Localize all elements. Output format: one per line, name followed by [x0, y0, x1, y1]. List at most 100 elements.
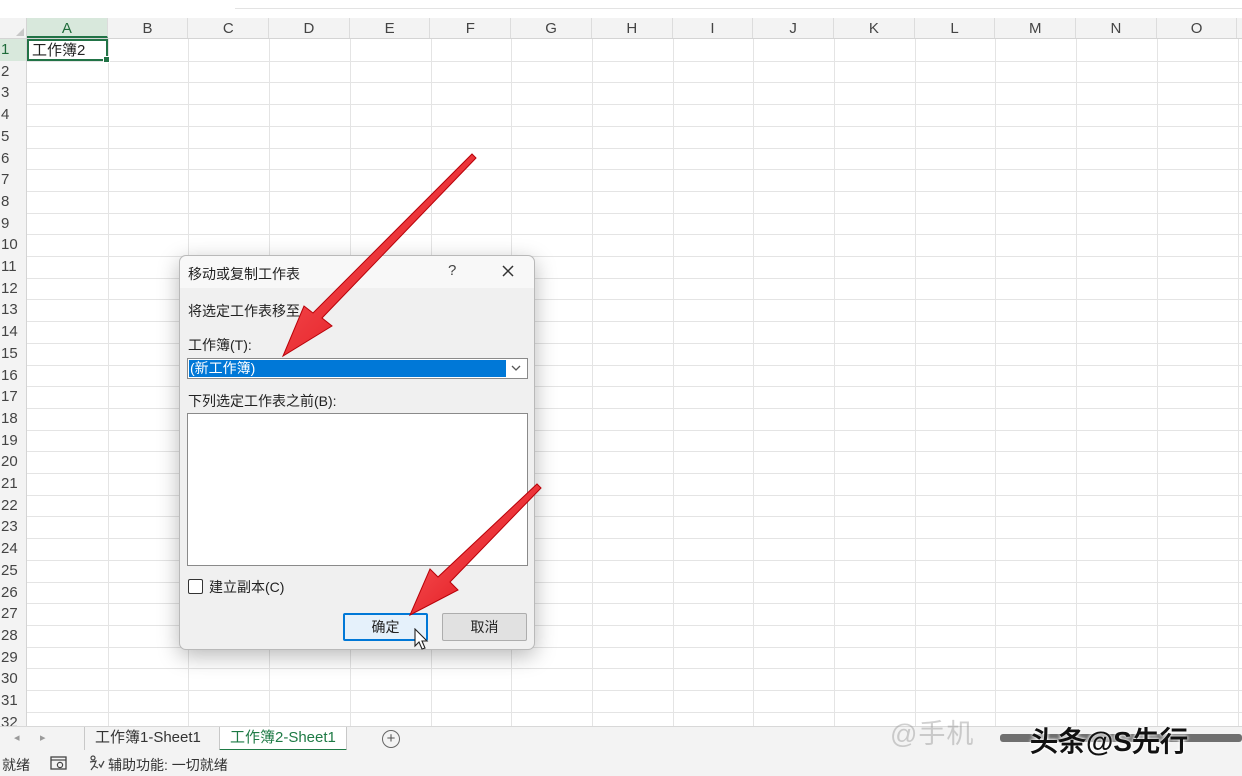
row-header-13[interactable]: 13	[0, 299, 26, 321]
row-header-32[interactable]: 32	[0, 712, 26, 726]
tab-scroll-left-icon[interactable]: ◂	[14, 731, 20, 744]
watermark-main: 头条@S先行	[1030, 726, 1188, 757]
gridline-horizontal	[27, 169, 1242, 171]
row-header-7[interactable]: 7	[0, 169, 26, 191]
gridline-horizontal	[27, 212, 1242, 214]
tab-scroll-right-icon[interactable]: ▸	[40, 731, 46, 744]
row-header-22[interactable]: 22	[0, 495, 26, 517]
row-header-19[interactable]: 19	[0, 430, 26, 452]
cancel-button[interactable]: 取消	[442, 613, 527, 641]
row-header-20[interactable]: 20	[0, 451, 26, 473]
column-header-l[interactable]: L	[915, 18, 996, 38]
row-header-26[interactable]: 26	[0, 582, 26, 604]
row-header-3[interactable]: 3	[0, 82, 26, 104]
move-copy-sheet-dialog: 移动或复制工作表 ? 将选定工作表移至 工作簿(T): (新工作簿) 下列选定工…	[179, 255, 535, 650]
row-header-11[interactable]: 11	[0, 256, 26, 278]
gridline-vertical	[753, 39, 755, 726]
column-header-n[interactable]: N	[1076, 18, 1157, 38]
gridline-horizontal	[27, 147, 1242, 149]
create-copy-checkbox[interactable]	[188, 579, 203, 594]
column-header-h[interactable]: H	[592, 18, 673, 38]
row-header-2[interactable]: 2	[0, 61, 26, 83]
row-header-1[interactable]: 1	[0, 39, 26, 61]
gridline-horizontal	[27, 668, 1242, 670]
column-header-c[interactable]: C	[188, 18, 270, 38]
column-header-e[interactable]: E	[350, 18, 431, 38]
workbook-select[interactable]: (新工作簿)	[187, 358, 528, 379]
row-header-10[interactable]: 10	[0, 234, 26, 256]
column-header-b[interactable]: B	[108, 18, 189, 38]
close-icon[interactable]	[498, 261, 518, 281]
column-header-m[interactable]: M	[995, 18, 1077, 38]
status-ready-text: 就绪	[2, 757, 30, 773]
gridline-vertical	[591, 39, 593, 726]
add-sheet-icon[interactable]: +	[382, 730, 400, 748]
workbook-select-value: (新工作簿)	[189, 360, 506, 377]
cell-a1[interactable]: 工作簿2	[27, 39, 110, 63]
column-header-g[interactable]: G	[511, 18, 592, 38]
gridline-horizontal	[27, 711, 1242, 713]
row-header-24[interactable]: 24	[0, 538, 26, 560]
dialog-instruction: 将选定工作表移至	[188, 303, 300, 319]
help-icon[interactable]: ?	[448, 262, 456, 279]
gridline-vertical	[1076, 39, 1078, 726]
gridline-horizontal	[27, 104, 1242, 106]
row-header-16[interactable]: 16	[0, 365, 26, 387]
workbook-label: 工作簿(T):	[188, 337, 252, 353]
gridline-vertical	[995, 39, 997, 726]
gridline-vertical	[1237, 39, 1239, 726]
row-header-30[interactable]: 30	[0, 668, 26, 690]
accessibility-icon[interactable]	[88, 755, 105, 772]
row-header-6[interactable]: 6	[0, 148, 26, 170]
gridline-vertical	[107, 39, 109, 726]
mouse-cursor-icon	[414, 628, 429, 650]
row-header-14[interactable]: 14	[0, 321, 26, 343]
column-header-k[interactable]: K	[834, 18, 915, 38]
watermark-faint: @手机	[890, 719, 975, 749]
row-header-12[interactable]: 12	[0, 278, 26, 300]
row-header-17[interactable]: 17	[0, 386, 26, 408]
accessibility-status-text: 辅助功能: 一切就绪	[108, 757, 228, 773]
gridline-vertical	[914, 39, 916, 726]
row-header-31[interactable]: 31	[0, 690, 26, 712]
row-header-29[interactable]: 29	[0, 647, 26, 669]
sheet-tab-workbook1[interactable]: 工作簿1-Sheet1	[84, 727, 211, 751]
row-header-8[interactable]: 8	[0, 191, 26, 213]
row-header-9[interactable]: 9	[0, 213, 26, 235]
gridline-vertical	[1156, 39, 1158, 726]
sheet-tab-workbook2[interactable]: 工作簿2-Sheet1	[219, 727, 347, 751]
column-header-f[interactable]: F	[431, 18, 512, 38]
before-sheet-list[interactable]	[187, 413, 528, 566]
gridline-horizontal	[27, 690, 1242, 691]
row-header-4[interactable]: 4	[0, 104, 26, 126]
gridline-vertical	[834, 39, 835, 726]
row-header-18[interactable]: 18	[0, 408, 26, 430]
gridline-horizontal	[27, 190, 1242, 192]
before-sheet-label: 下列选定工作表之前(B):	[188, 393, 337, 409]
row-header-28[interactable]: 28	[0, 625, 26, 647]
row-header-27[interactable]: 27	[0, 603, 26, 625]
gridline-horizontal	[27, 60, 1242, 62]
create-copy-label[interactable]: 建立副本(C)	[209, 577, 284, 597]
macro-record-icon[interactable]	[50, 756, 67, 770]
row-header-5[interactable]: 5	[0, 126, 26, 148]
dialog-titlebar: 移动或复制工作表 ?	[180, 256, 534, 288]
column-header-o[interactable]: O	[1157, 18, 1238, 38]
gridline-horizontal	[27, 125, 1242, 127]
column-header-j[interactable]: J	[753, 18, 834, 38]
formula-bar-edge	[0, 0, 1242, 18]
row-header-21[interactable]: 21	[0, 473, 26, 495]
chevron-down-icon[interactable]	[506, 360, 526, 377]
gridline-horizontal	[27, 82, 1242, 84]
row-header-25[interactable]: 25	[0, 560, 26, 582]
column-header-bar: ABCDEFGHIJKLMNO	[0, 18, 1242, 39]
row-header-bar: 1 2 3 4 5 6 7 8 9 10 11 12 13 14 15 16 17 18 19 20 21 22 23 24 2…	[0, 39, 27, 726]
gridline-vertical	[672, 39, 674, 726]
dialog-title: 移动或复制工作表	[188, 266, 300, 282]
row-header-15[interactable]: 15	[0, 343, 26, 365]
column-header-i[interactable]: I	[673, 18, 754, 38]
row-header-23[interactable]: 23	[0, 516, 26, 538]
column-header-a[interactable]: A	[27, 18, 108, 38]
column-header-d[interactable]: D	[269, 18, 350, 38]
select-all-corner[interactable]	[0, 18, 27, 38]
